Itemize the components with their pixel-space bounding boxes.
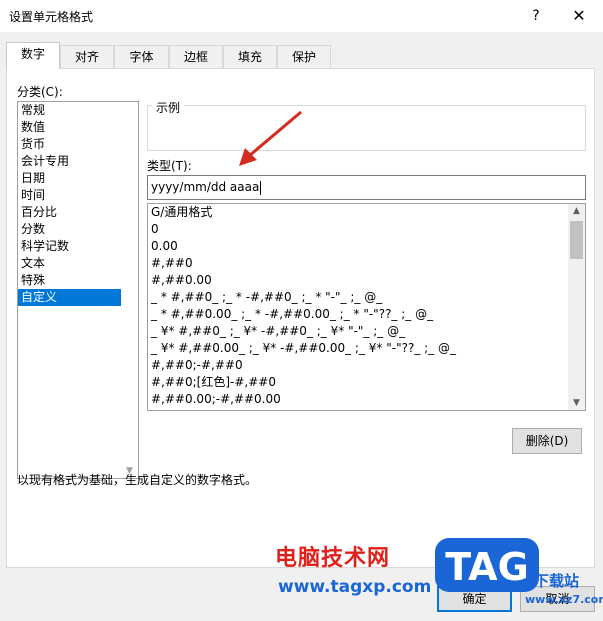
- category-item-currency[interactable]: 货币: [18, 136, 138, 153]
- format-item[interactable]: #,##0: [148, 255, 585, 272]
- tab-number[interactable]: 数字: [6, 42, 60, 69]
- category-item-text[interactable]: 文本: [18, 255, 138, 272]
- watermark-tag-logo-icon: TAG: [435, 538, 539, 592]
- format-list[interactable]: G/通用格式 0 0.00 #,##0 #,##0.00 _ * #,##0_ …: [147, 203, 586, 411]
- category-label: 分类(C):: [17, 85, 63, 99]
- format-item[interactable]: 0: [148, 221, 585, 238]
- category-item-fraction[interactable]: 分数: [18, 221, 138, 238]
- watermark-text: 电脑技术网: [275, 546, 391, 571]
- format-item[interactable]: #,##0.00: [148, 272, 585, 289]
- type-label: 类型(T):: [147, 159, 192, 173]
- format-item[interactable]: #,##0;-#,##0: [148, 357, 585, 374]
- format-item[interactable]: _ ¥* #,##0_ ;_ ¥* -#,##0_ ;_ ¥* "-"_ ;_ …: [148, 323, 585, 340]
- text-caret: [260, 180, 262, 195]
- scroll-thumb[interactable]: [570, 221, 583, 259]
- watermark-site: 下载站: [534, 572, 580, 590]
- category-item-time[interactable]: 时间: [18, 187, 138, 204]
- annotation-arrow-icon: [239, 110, 302, 166]
- close-button[interactable]: ✕: [566, 4, 592, 28]
- tab-font[interactable]: 字体: [114, 45, 169, 68]
- category-item-special[interactable]: 特殊: [18, 272, 138, 289]
- description-text: 以现有格式为基础，生成自定义的数字格式。: [17, 473, 258, 487]
- sample-label: 示例: [152, 99, 185, 116]
- scroll-up-icon[interactable]: ▲: [568, 206, 585, 216]
- watermark-site-url: www.xz7.com: [525, 593, 603, 606]
- category-item-date[interactable]: 日期: [18, 170, 138, 187]
- title-bar: 设置单元格格式 ? ✕: [0, 0, 603, 32]
- dialog-title: 设置单元格格式: [9, 10, 94, 24]
- watermark-url: www.tagxp.com: [278, 577, 432, 597]
- svg-text:TAG: TAG: [445, 545, 529, 589]
- category-item-accounting[interactable]: 会计专用: [18, 153, 138, 170]
- tab-fill[interactable]: 填充: [223, 45, 277, 68]
- category-item-number[interactable]: 数值: [18, 119, 138, 136]
- type-input-value: yyyy/mm/dd aaaa: [151, 180, 260, 194]
- format-scrollbar[interactable]: ▲ ▼: [568, 204, 585, 410]
- category-item-percentage[interactable]: 百分比: [18, 204, 138, 221]
- help-button[interactable]: ?: [525, 4, 547, 28]
- format-item[interactable]: _ ¥* #,##0.00_ ;_ ¥* -#,##0.00_ ;_ ¥* "-…: [148, 340, 585, 357]
- format-item[interactable]: 0.00: [148, 238, 585, 255]
- tab-protection[interactable]: 保护: [277, 45, 331, 68]
- delete-button[interactable]: 删除(D): [512, 428, 582, 454]
- format-item[interactable]: #,##0;[红色]-#,##0: [148, 374, 585, 391]
- format-item[interactable]: #,##0.00;-#,##0.00: [148, 391, 585, 408]
- format-item[interactable]: _ * #,##0.00_ ;_ * -#,##0.00_ ;_ * "-"??…: [148, 306, 585, 323]
- tab-alignment[interactable]: 对齐: [60, 45, 114, 68]
- format-item[interactable]: G/通用格式: [148, 204, 585, 221]
- sample-group: [147, 105, 586, 151]
- scroll-down-icon[interactable]: ▼: [568, 398, 585, 408]
- category-item-custom[interactable]: 自定义: [18, 289, 138, 306]
- category-list[interactable]: 常规 数值 货币 会计专用 日期 时间 百分比 分数 科学记数 文本 特殊 自定…: [17, 101, 139, 479]
- category-scrollbar[interactable]: ▼: [121, 102, 138, 478]
- category-item-general[interactable]: 常规: [18, 102, 138, 119]
- type-input[interactable]: yyyy/mm/dd aaaa: [147, 175, 586, 200]
- tab-border[interactable]: 边框: [169, 45, 223, 68]
- format-item[interactable]: _ * #,##0_ ;_ * -#,##0_ ;_ * "-"_ ;_ @_: [148, 289, 585, 306]
- category-item-scientific[interactable]: 科学记数: [18, 238, 138, 255]
